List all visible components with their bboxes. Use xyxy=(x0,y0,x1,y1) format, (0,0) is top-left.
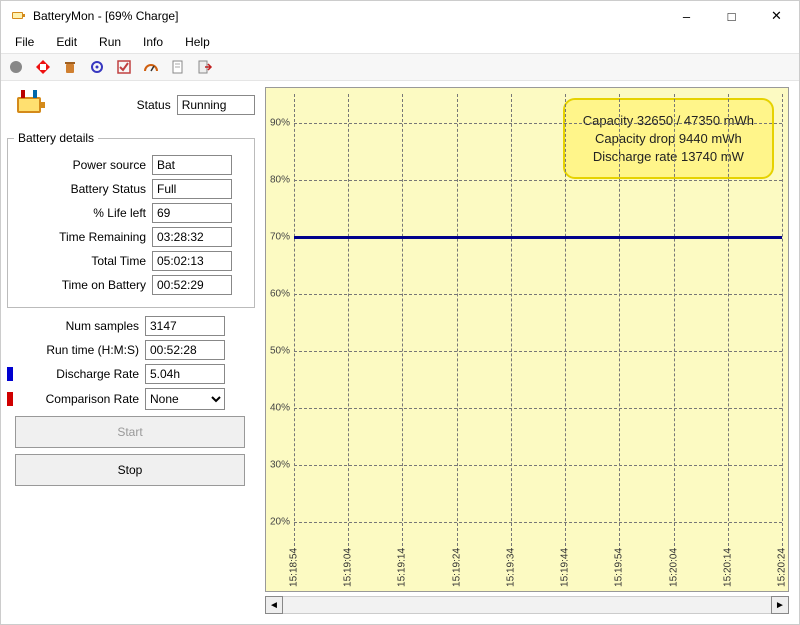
num-samples-field: 3147 xyxy=(145,316,225,336)
y-tick: 90% xyxy=(270,117,290,128)
menu-help[interactable]: Help xyxy=(175,33,220,51)
trash-icon[interactable] xyxy=(57,55,83,79)
gridline-v xyxy=(619,94,620,551)
time-on-battery-field: 00:52:29 xyxy=(152,275,232,295)
life-left-label: % Life left xyxy=(14,206,152,220)
battery-status-field: Full xyxy=(152,179,232,199)
battery-details-group: Battery details Power sourceBat Battery … xyxy=(7,131,255,308)
life-left-field: 69 xyxy=(152,203,232,223)
num-samples-label: Num samples xyxy=(7,319,145,333)
gridline-h xyxy=(294,123,782,124)
time-remaining-label: Time Remaining xyxy=(14,230,152,244)
x-tick: 15:19:24 xyxy=(451,548,462,587)
x-tick: 15:20:14 xyxy=(722,548,733,587)
y-tick: 70% xyxy=(270,231,290,242)
data-line xyxy=(294,236,782,239)
window-title: BatteryMon - [69% Charge] xyxy=(33,9,664,23)
menu-run[interactable]: Run xyxy=(89,33,131,51)
gridline-v xyxy=(294,94,295,551)
power-source-label: Power source xyxy=(14,158,152,172)
time-on-battery-label: Time on Battery xyxy=(14,278,152,292)
titlebar: BatteryMon - [69% Charge] – □ ✕ xyxy=(1,1,799,31)
x-tick: 15:19:34 xyxy=(505,548,516,587)
gridline-v xyxy=(402,94,403,551)
gridline-h xyxy=(294,465,782,466)
x-tick: 15:20:24 xyxy=(777,548,788,587)
close-button[interactable]: ✕ xyxy=(754,1,799,31)
gridline-v xyxy=(511,94,512,551)
y-tick: 20% xyxy=(270,517,290,528)
status-label: Status xyxy=(79,98,177,112)
gridline-v xyxy=(348,94,349,551)
gridline-h xyxy=(294,522,782,523)
battery-status-label: Battery Status xyxy=(14,182,152,196)
total-time-label: Total Time xyxy=(14,254,152,268)
gridline-v xyxy=(728,94,729,551)
gridline-h xyxy=(294,408,782,409)
comparison-rate-select[interactable]: None xyxy=(145,388,225,410)
scroll-right-button[interactable]: ► xyxy=(771,596,789,614)
menubar: File Edit Run Info Help xyxy=(1,31,799,53)
y-tick: 50% xyxy=(270,346,290,357)
gridline-v xyxy=(782,94,783,551)
scroll-left-button[interactable]: ◄ xyxy=(265,596,283,614)
gridline-v xyxy=(457,94,458,551)
battery-icon xyxy=(11,87,51,123)
gauge-icon[interactable] xyxy=(138,55,164,79)
menu-info[interactable]: Info xyxy=(133,33,173,51)
discharge-rate-field: 5.04h xyxy=(145,364,225,384)
stop-icon[interactable] xyxy=(30,55,56,79)
chart-info-box: Capacity 32650 / 47350 mWh Capacity drop… xyxy=(563,98,774,179)
battery-details-legend: Battery details xyxy=(14,131,98,145)
y-tick: 40% xyxy=(270,403,290,414)
gridline-h xyxy=(294,180,782,181)
chart-scrollbar[interactable]: ◄ ► xyxy=(265,596,789,614)
y-tick: 60% xyxy=(270,288,290,299)
gear-icon[interactable] xyxy=(84,55,110,79)
comparison-swatch xyxy=(7,392,13,406)
gridline-h xyxy=(294,294,782,295)
left-pane: Status Running Battery details Power sou… xyxy=(1,81,261,624)
run-time-field: 00:52:28 xyxy=(145,340,225,360)
total-time-field: 05:02:13 xyxy=(152,251,232,271)
chart-canvas: Capacity 32650 / 47350 mWh Capacity drop… xyxy=(265,87,789,592)
maximize-button[interactable]: □ xyxy=(709,1,754,31)
menu-edit[interactable]: Edit xyxy=(46,33,87,51)
x-tick: 15:19:54 xyxy=(614,548,625,587)
start-button[interactable]: Start xyxy=(15,416,245,448)
minimize-button[interactable]: – xyxy=(664,1,709,31)
menu-file[interactable]: File xyxy=(5,33,44,51)
x-tick: 15:19:04 xyxy=(343,548,354,587)
x-tick: 15:18:54 xyxy=(289,548,300,587)
exit-icon[interactable] xyxy=(192,55,218,79)
gridline-v xyxy=(674,94,675,551)
x-tick: 15:20:04 xyxy=(668,548,679,587)
x-tick: 15:19:14 xyxy=(397,548,408,587)
discharge-rate-label: Discharge Rate xyxy=(17,367,145,381)
status-field: Running xyxy=(177,95,255,115)
discharge-swatch xyxy=(7,367,13,381)
record-icon[interactable] xyxy=(3,55,29,79)
chart-area: Capacity 32650 / 47350 mWh Capacity drop… xyxy=(265,87,789,614)
page-icon[interactable] xyxy=(165,55,191,79)
scroll-track[interactable] xyxy=(283,596,771,614)
power-source-field: Bat xyxy=(152,155,232,175)
app-icon xyxy=(9,7,27,25)
stop-button[interactable]: Stop xyxy=(15,454,245,486)
time-remaining-field: 03:28:32 xyxy=(152,227,232,247)
x-tick: 15:19:44 xyxy=(560,548,571,587)
comparison-rate-label: Comparison Rate xyxy=(17,392,145,406)
gridline-h xyxy=(294,351,782,352)
toolbar xyxy=(1,53,799,81)
y-tick: 30% xyxy=(270,460,290,471)
gridline-v xyxy=(565,94,566,551)
check-icon[interactable] xyxy=(111,55,137,79)
run-time-label: Run time (H:M:S) xyxy=(7,343,145,357)
y-tick: 80% xyxy=(270,174,290,185)
